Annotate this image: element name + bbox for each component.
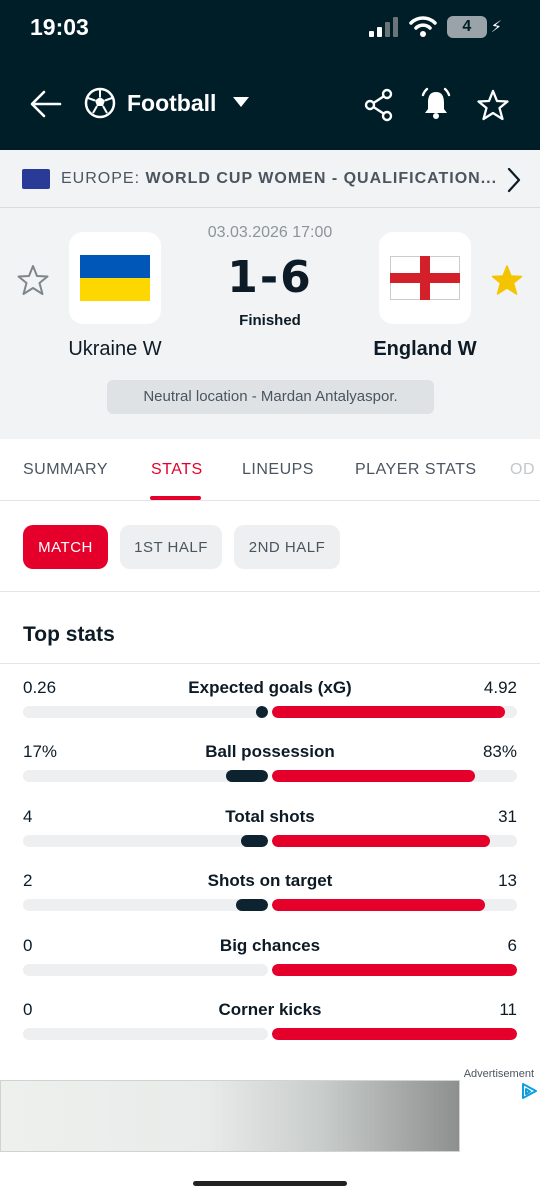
- match-header: 03.03.2026 17:00 Ukraine W 1-6 Finished …: [0, 208, 540, 439]
- football-icon[interactable]: [84, 87, 116, 119]
- stat-away-fill: [272, 899, 485, 911]
- league-name: WORLD CUP WOMEN - QUALIFICATION...: [145, 170, 498, 187]
- league-bar[interactable]: EUROPE: WORLD CUP WOMEN - QUALIFICATION.…: [0, 150, 540, 208]
- stat-row: 0 Corner kicks 11: [0, 988, 540, 1048]
- wifi-icon: [409, 16, 437, 37]
- tab-lineups[interactable]: LINEUPS: [242, 461, 314, 479]
- stat-away-bar: [272, 899, 517, 911]
- stat-home-fill: [256, 706, 268, 718]
- sport-selector-label[interactable]: Football: [127, 90, 216, 117]
- share-icon[interactable]: [364, 88, 394, 122]
- league-title: EUROPE: WORLD CUP WOMEN - QUALIFICATION.…: [61, 170, 497, 188]
- tab-player-stats[interactable]: PLAYER STATS: [355, 461, 477, 479]
- stat-away-bar: [272, 835, 517, 847]
- stat-away-value: 31: [498, 807, 517, 826]
- stat-row: 17% Ball possession 83%: [0, 730, 540, 790]
- stat-name: Big chances: [219, 936, 321, 955]
- stat-away-value: 4.92: [483, 678, 517, 697]
- home-indicator: [193, 1181, 347, 1186]
- stat-home-fill: [236, 899, 268, 911]
- england-flag-icon: [390, 256, 460, 300]
- stat-away-bar: [272, 964, 517, 976]
- section-title: Top stats: [23, 623, 115, 646]
- stat-home-bar: [23, 899, 268, 911]
- stat-name: Corner kicks: [218, 1000, 322, 1019]
- away-favorite-star-icon[interactable]: [490, 263, 524, 297]
- period-match-button[interactable]: MATCH: [23, 525, 108, 569]
- stat-away-fill: [272, 964, 517, 976]
- stat-away-bar: [272, 770, 517, 782]
- chevron-right-icon[interactable]: [506, 167, 522, 193]
- active-tab-indicator: [150, 496, 201, 500]
- bell-icon[interactable]: [418, 86, 454, 122]
- away-team-logo[interactable]: [379, 232, 471, 324]
- stat-name: Expected goals (xG): [188, 678, 352, 697]
- signal-icon: [368, 17, 398, 37]
- home-team-name[interactable]: Ukraine W: [25, 338, 205, 361]
- stat-home-fill: [241, 835, 268, 847]
- period-1st-half-button[interactable]: 1ST HALF: [120, 525, 222, 569]
- stat-home-value: 17%: [23, 742, 58, 761]
- stat-home-bar: [23, 770, 268, 782]
- back-arrow-icon[interactable]: [28, 86, 64, 122]
- stat-home-value: 0.26: [23, 678, 57, 697]
- stat-away-value: 83%: [482, 742, 517, 761]
- europe-flag-icon: [22, 169, 50, 189]
- stat-home-value: 2: [23, 871, 33, 890]
- period-2nd-half-button[interactable]: 2ND HALF: [234, 525, 340, 569]
- status-icons: 4 ⚡: [368, 16, 502, 38]
- ad-label: Advertisement: [463, 1068, 534, 1080]
- stat-away-value: 13: [498, 871, 517, 890]
- nav-bar: Football: [0, 82, 540, 130]
- venue-badge: Neutral location - Mardan Antalyaspor.: [107, 380, 434, 414]
- stat-home-bar: [23, 964, 268, 976]
- period-filter: MATCH 1ST HALF 2ND HALF: [0, 502, 540, 592]
- stat-away-value: 6: [507, 936, 517, 955]
- app-header: 19:03 4 ⚡ Football: [0, 0, 540, 150]
- stat-home-value: 0: [23, 936, 33, 955]
- stat-row: 4 Total shots 31: [0, 795, 540, 855]
- section-divider: [0, 663, 540, 664]
- tab-stats[interactable]: STATS: [151, 461, 203, 479]
- stat-home-bar: [23, 1028, 268, 1040]
- stat-home-bar: [23, 835, 268, 847]
- stat-home-value: 0: [23, 1000, 33, 1019]
- away-team-name[interactable]: England W: [335, 338, 515, 361]
- stat-away-fill: [272, 770, 475, 782]
- stat-away-value: 11: [499, 1000, 517, 1019]
- stat-home-fill: [226, 770, 268, 782]
- tab-summary[interactable]: SUMMARY: [23, 461, 108, 479]
- stat-row: 2 Shots on target 13: [0, 859, 540, 919]
- status-time: 19:03: [30, 14, 89, 40]
- stat-row: 0.26 Expected goals (xG) 4.92: [0, 666, 540, 726]
- battery-indicator: 4: [446, 16, 487, 38]
- stat-away-fill: [272, 706, 505, 718]
- adchoices-icon[interactable]: [520, 1082, 538, 1100]
- favorite-star-icon[interactable]: [476, 88, 510, 122]
- stat-row: 0 Big chances 6: [0, 924, 540, 984]
- ad-banner[interactable]: [0, 1080, 460, 1152]
- stat-away-bar: [272, 706, 517, 718]
- league-region: EUROPE:: [61, 170, 141, 187]
- chevron-down-icon[interactable]: [232, 95, 250, 109]
- stat-name: Total shots: [225, 807, 315, 826]
- detail-tabs: SUMMARY STATS LINEUPS PLAYER STATS OD: [0, 439, 540, 501]
- stat-away-fill: [272, 835, 490, 847]
- stat-away-bar: [272, 1028, 517, 1040]
- charging-icon: ⚡: [490, 19, 502, 36]
- stat-away-fill: [272, 1028, 517, 1040]
- tab-odds[interactable]: OD: [510, 461, 535, 479]
- stat-home-bar: [23, 706, 268, 718]
- stat-name: Shots on target: [207, 871, 333, 890]
- stat-name: Ball possession: [205, 742, 335, 761]
- stat-home-value: 4: [23, 807, 33, 826]
